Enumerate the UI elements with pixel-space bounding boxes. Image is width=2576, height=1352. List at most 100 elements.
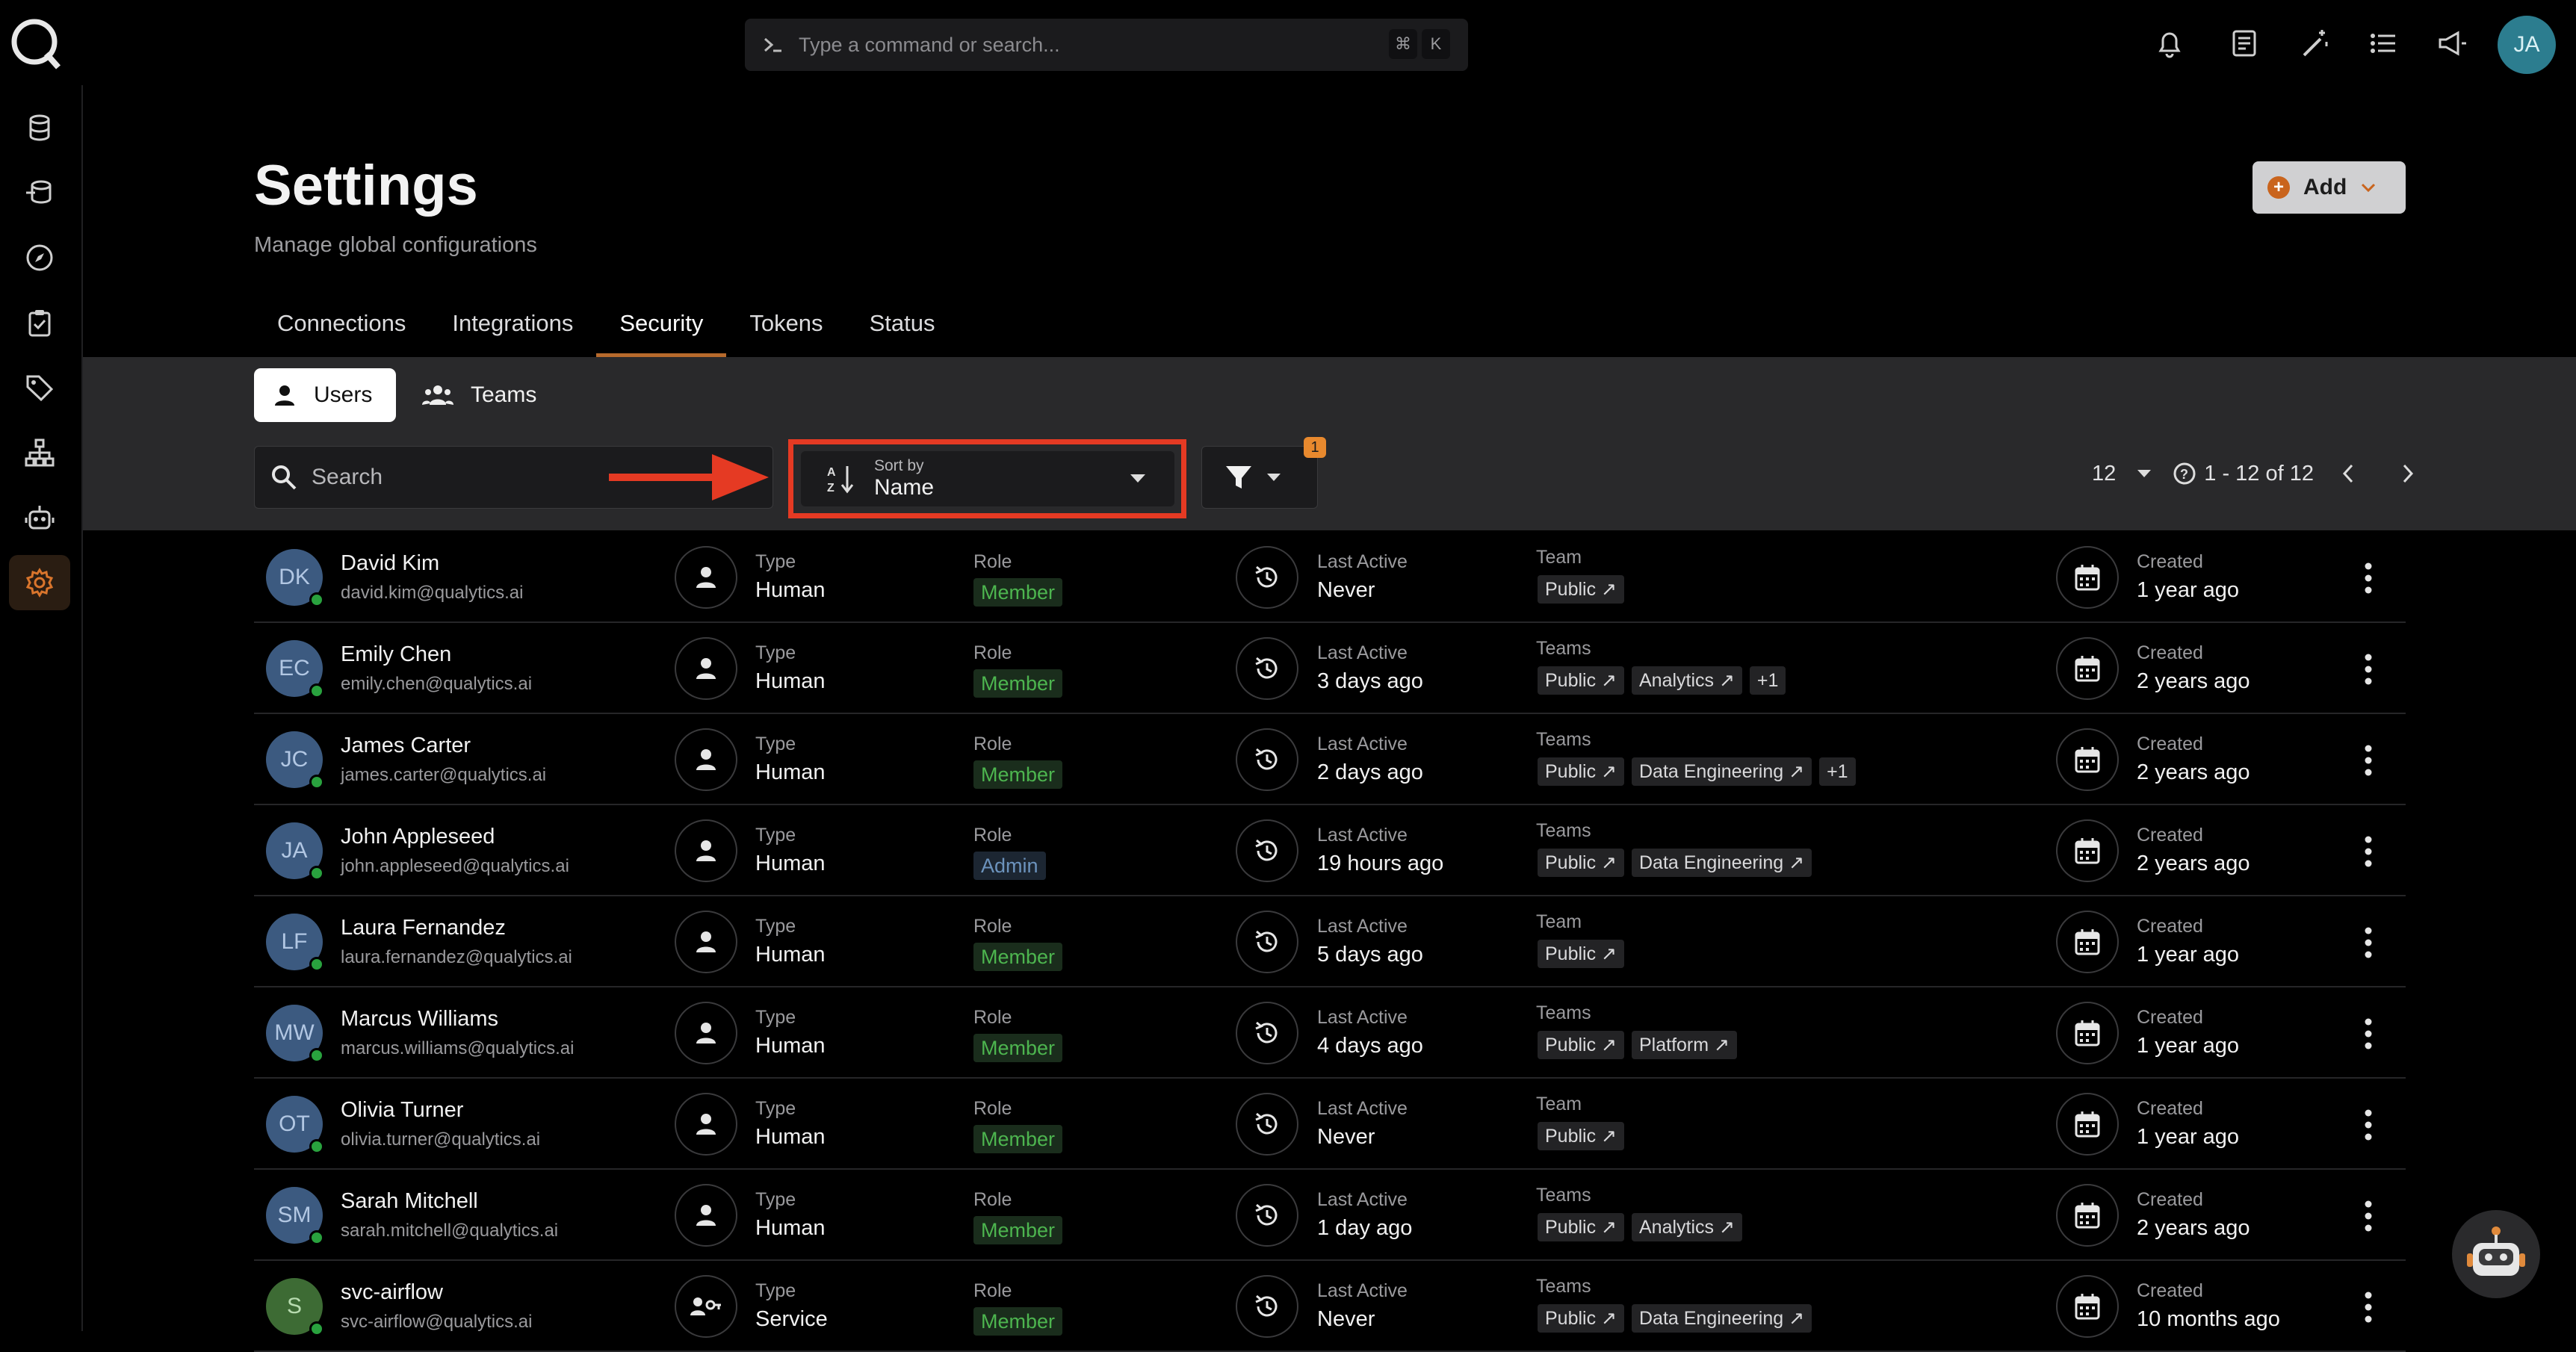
user-name[interactable]: Olivia Turner — [341, 1098, 463, 1123]
sidebar-item-agents[interactable] — [9, 490, 70, 545]
megaphone-icon[interactable] — [2431, 22, 2473, 64]
shortcut-key-cmd: ⌘ — [1389, 29, 1417, 59]
user-name[interactable]: Emily Chen — [341, 642, 451, 667]
tab-integrations[interactable]: Integrations — [429, 299, 596, 357]
user-name[interactable]: svc-airflow — [341, 1280, 443, 1305]
person-icon — [675, 546, 737, 609]
list-icon[interactable] — [2362, 22, 2404, 64]
team-chip[interactable]: Public ↗ — [1538, 666, 1624, 695]
chevron-left-icon[interactable] — [2341, 462, 2356, 485]
row-menu-icon[interactable] — [2357, 560, 2380, 596]
row-menu-icon[interactable] — [2357, 1107, 2380, 1143]
type-label: Type — [755, 1007, 796, 1028]
team-chip[interactable]: Data Engineering ↗ — [1631, 757, 1812, 786]
annotation-arrow — [609, 451, 775, 503]
team-chip[interactable]: Public ↗ — [1538, 575, 1624, 604]
team-chip[interactable]: Data Engineering ↗ — [1631, 849, 1812, 877]
created-value: 10 months ago — [2137, 1307, 2280, 1331]
created-value: 1 year ago — [2137, 578, 2240, 602]
team-chips: Public ↗ — [1538, 1122, 1624, 1150]
team-chip[interactable]: Public ↗ — [1538, 849, 1624, 877]
team-chip[interactable]: Public ↗ — [1538, 1213, 1624, 1241]
team-chip[interactable]: Public ↗ — [1538, 1304, 1624, 1333]
created-label: Created — [2137, 825, 2203, 846]
sidebar-item-tasks[interactable] — [9, 295, 70, 350]
chevron-right-icon[interactable] — [2400, 462, 2415, 485]
filter-count-badge: 1 — [1304, 437, 1326, 458]
compass-icon — [25, 243, 55, 273]
sidebar-item-explore[interactable] — [9, 230, 70, 285]
user-name[interactable]: Marcus Williams — [341, 1007, 498, 1032]
tab-status[interactable]: Status — [846, 299, 959, 357]
tab-tokens[interactable]: Tokens — [726, 299, 846, 357]
user-name[interactable]: James Carter — [341, 734, 471, 758]
sidebar-item-hierarchy[interactable] — [9, 425, 70, 480]
sidebar-item-enrichment[interactable] — [9, 165, 70, 220]
caret-down-icon[interactable] — [2137, 469, 2152, 478]
history-icon — [1236, 637, 1298, 700]
sidebar-item-tags[interactable] — [9, 360, 70, 415]
last-active-label: Last Active — [1317, 916, 1408, 937]
row-menu-icon[interactable] — [2357, 1289, 2380, 1325]
team-chip[interactable]: Public ↗ — [1538, 1031, 1624, 1059]
table-row[interactable]: SM Sarah Mitchell sarah.mitchell@qualyti… — [254, 1170, 2406, 1261]
table-row[interactable]: MW Marcus Williams marcus.williams@qualy… — [254, 987, 2406, 1079]
row-menu-icon[interactable] — [2357, 742, 2380, 778]
filter-button[interactable] — [1201, 446, 1318, 509]
team-chip[interactable]: Platform ↗ — [1631, 1031, 1737, 1059]
table-row[interactable]: JA John Appleseed john.appleseed@qualyti… — [254, 805, 2406, 896]
magic-wand-icon[interactable] — [2294, 22, 2335, 64]
team-chip[interactable]: Data Engineering ↗ — [1631, 1304, 1812, 1333]
tab-security[interactable]: Security — [596, 299, 727, 357]
user-name[interactable]: John Appleseed — [341, 825, 495, 849]
app-logo[interactable] — [9, 16, 63, 70]
tab-connections[interactable]: Connections — [254, 299, 429, 357]
pagination: 12 ? 1 - 12 of 12 — [2092, 451, 2415, 496]
add-button[interactable]: + Add — [2253, 161, 2406, 214]
team-chip[interactable]: Analytics ↗ — [1631, 1213, 1742, 1241]
row-menu-icon[interactable] — [2357, 834, 2380, 869]
role-label: Role — [973, 734, 1012, 754]
created-value: 2 years ago — [2137, 852, 2250, 875]
help-icon[interactable]: ? — [2173, 462, 2196, 486]
team-chip[interactable]: Public ↗ — [1538, 757, 1624, 786]
row-menu-icon[interactable] — [2357, 1016, 2380, 1052]
sidebar-item-settings[interactable] — [9, 555, 70, 610]
sort-dropdown[interactable]: AZ Sort by Name — [801, 451, 1174, 506]
users-toggle[interactable]: Users — [254, 368, 396, 422]
team-chip[interactable]: +1 — [1819, 757, 1856, 786]
person-icon — [675, 637, 737, 700]
page-size-select[interactable]: 12 — [2092, 462, 2116, 486]
table-row[interactable]: EC Emily Chen emily.chen@qualytics.ai Ty… — [254, 623, 2406, 714]
online-status-dot — [309, 1048, 324, 1063]
table-row[interactable]: DK David Kim david.kim@qualytics.ai Type… — [254, 532, 2406, 623]
team-chips: Public ↗ Data Engineering ↗ +1 — [1538, 757, 1856, 786]
table-row[interactable]: S svc-airflow svc-airflow@qualytics.ai T… — [254, 1261, 2406, 1352]
command-bar[interactable]: Type a command or search... ⌘ K — [745, 19, 1468, 71]
table-row[interactable]: JC James Carter james.carter@qualytics.a… — [254, 714, 2406, 805]
row-menu-icon[interactable] — [2357, 925, 2380, 961]
table-row[interactable]: OT Olivia Turner olivia.turner@qualytics… — [254, 1079, 2406, 1170]
row-menu-icon[interactable] — [2357, 651, 2380, 687]
team-chip[interactable]: Public ↗ — [1538, 940, 1624, 968]
role-badge: Member — [973, 1216, 1063, 1244]
bell-icon[interactable] — [2149, 22, 2190, 64]
online-status-dot — [309, 1139, 324, 1154]
sidebar-item-datastores[interactable] — [9, 100, 70, 155]
team-chip[interactable]: Public ↗ — [1538, 1122, 1624, 1150]
row-menu-icon[interactable] — [2357, 1198, 2380, 1234]
assistant-bot-button[interactable] — [2452, 1210, 2540, 1298]
user-avatar[interactable]: JA — [2498, 16, 2556, 74]
online-status-dot — [309, 866, 324, 881]
teams-toggle[interactable]: Teams — [418, 368, 560, 422]
user-name[interactable]: David Kim — [341, 551, 439, 576]
team-chip[interactable]: Analytics ↗ — [1631, 666, 1742, 695]
shortcut-key-k: K — [1422, 29, 1450, 59]
user-name[interactable]: Sarah Mitchell — [341, 1189, 478, 1214]
user-name[interactable]: Laura Fernandez — [341, 916, 506, 940]
document-icon[interactable] — [2223, 22, 2265, 64]
online-status-dot — [309, 775, 324, 790]
table-row[interactable]: LF Laura Fernandez laura.fernandez@qualy… — [254, 896, 2406, 987]
user-email: david.kim@qualytics.ai — [341, 583, 524, 603]
team-chip[interactable]: +1 — [1749, 666, 1786, 695]
